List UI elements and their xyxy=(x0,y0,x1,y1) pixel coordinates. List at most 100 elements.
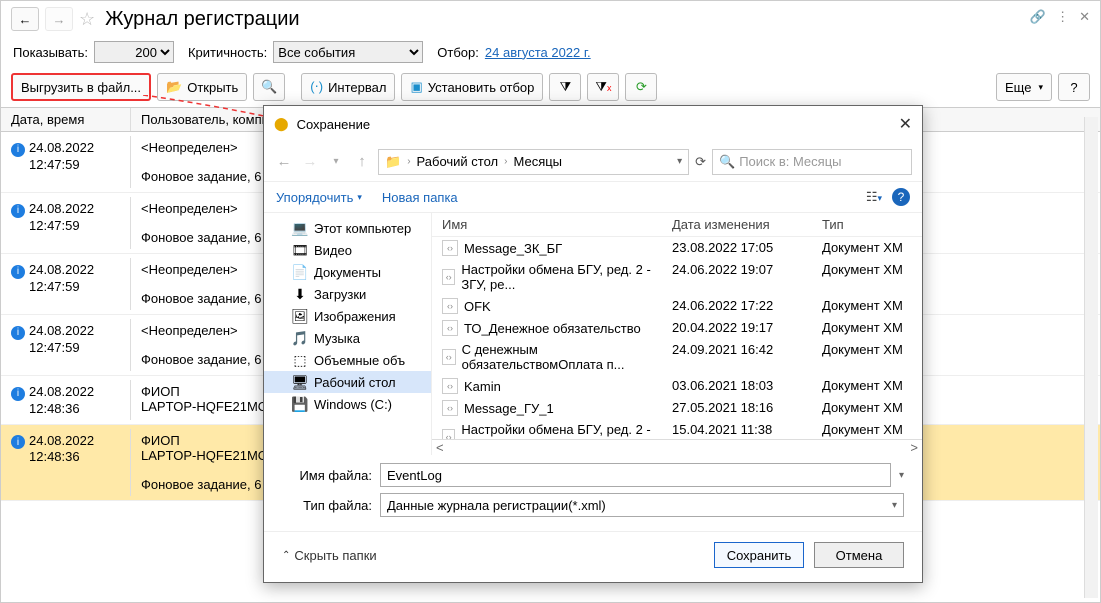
tree-item[interactable]: ⬚Объемные объ xyxy=(264,349,431,371)
folder-tree[interactable]: 💻Этот компьютер🎞Видео📄Документы⬇Загрузки… xyxy=(264,213,432,455)
tree-item[interactable]: 📄Документы xyxy=(264,261,431,283)
save-button[interactable]: Сохранить xyxy=(714,542,804,568)
file-row[interactable]: ‹›Message_ГУ_127.05.2021 18:16Документ X… xyxy=(432,397,922,419)
filter-apply-button[interactable]: ⧩ xyxy=(549,73,581,101)
criticality-select[interactable]: Все события xyxy=(273,41,423,63)
filename-label: Имя файла: xyxy=(282,468,372,483)
col-date[interactable]: Дата изменения xyxy=(672,217,822,232)
dlg-help-button[interactable]: ? xyxy=(892,188,910,206)
link-icon[interactable]: 🔗 xyxy=(1030,9,1046,25)
export-to-file-button[interactable]: Выгрузить в файл... xyxy=(11,73,151,101)
xml-file-icon: ‹› xyxy=(442,378,458,394)
show-label: Показывать: xyxy=(13,45,88,60)
selection-label: Отбор: xyxy=(437,45,479,60)
xml-file-icon: ‹› xyxy=(442,320,458,336)
xml-file-icon: ‹› xyxy=(442,429,455,439)
folder-icon: 📄 xyxy=(292,264,308,280)
organize-menu[interactable]: Упорядочить▾ xyxy=(276,190,362,205)
file-row[interactable]: ‹›OFK24.06.2022 17:22Документ XM xyxy=(432,295,922,317)
save-dialog: ⬤ Сохранение ✕ ← → ▾ ↑ 📁 › Рабочий стол … xyxy=(263,105,923,583)
info-icon: i xyxy=(11,435,25,449)
cancel-button[interactable]: Отмена xyxy=(814,542,904,568)
search-icon: 🔍 xyxy=(719,154,735,170)
vertical-scrollbar[interactable] xyxy=(1084,117,1098,598)
tree-item[interactable]: 💻Этот компьютер xyxy=(264,217,431,239)
filetype-label: Тип файла: xyxy=(282,498,372,513)
folder-icon: ⬇ xyxy=(292,286,308,302)
file-row[interactable]: ‹›С денежным обязательствомОплата п...24… xyxy=(432,339,922,375)
folder-icon: 💻 xyxy=(292,220,308,236)
filetype-select[interactable]: Данные журнала регистрации(*.xml)▾ xyxy=(380,493,904,517)
folder-icon: 💾 xyxy=(292,396,308,412)
info-icon: i xyxy=(11,387,25,401)
nav-forward-button[interactable]: → xyxy=(45,7,73,31)
xml-file-icon: ‹› xyxy=(442,298,458,314)
info-icon: i xyxy=(11,204,25,218)
xml-file-icon: ‹› xyxy=(442,269,455,285)
file-row[interactable]: ‹›Настройки обмена БГУ, ред. 2 - ЗГУ, ре… xyxy=(432,259,922,295)
breadcrumb-item[interactable]: Рабочий стол xyxy=(417,154,499,169)
folder-icon: 📁 xyxy=(385,154,401,170)
file-row[interactable]: ‹›ТО_Денежное обязательство20.04.2022 19… xyxy=(432,317,922,339)
more-button[interactable]: Еще▾ xyxy=(996,73,1052,101)
help-button[interactable]: ? xyxy=(1058,73,1090,101)
file-row[interactable]: ‹›Настройки обмена БГУ, ред. 2 - Зарпла.… xyxy=(432,419,922,439)
find-button[interactable]: 🔍 xyxy=(253,73,285,101)
column-datetime[interactable]: Дата, время xyxy=(1,108,131,131)
folder-icon: 🎞 xyxy=(292,242,308,258)
breadcrumb[interactable]: 📁 › Рабочий стол › Месяцы ▾ xyxy=(378,149,689,175)
open-button[interactable]: 📂Открыть xyxy=(157,73,247,101)
set-filter-button[interactable]: ▣Установить отбор xyxy=(401,73,543,101)
search-input[interactable]: 🔍 Поиск в: Месяцы xyxy=(712,149,912,175)
hide-folders-toggle[interactable]: ⌃Скрыть папки xyxy=(282,548,377,563)
show-count-select[interactable]: 200 xyxy=(94,41,174,63)
criticality-label: Критичность: xyxy=(188,45,267,60)
info-icon: i xyxy=(11,143,25,157)
dlg-forward-button[interactable]: → xyxy=(300,153,320,170)
dialog-title: Сохранение xyxy=(297,117,371,132)
nav-back-button[interactable]: ← xyxy=(11,7,39,31)
date-filter-link[interactable]: 24 августа 2022 г. xyxy=(485,45,591,60)
tree-item[interactable]: ⬇Загрузки xyxy=(264,283,431,305)
app-icon: ⬤ xyxy=(274,116,289,132)
tree-item[interactable]: 💾Windows (C:) xyxy=(264,393,431,415)
nav-refresh-button[interactable]: ⟳ xyxy=(695,154,706,170)
xml-file-icon: ‹› xyxy=(442,240,458,256)
refresh-button[interactable]: ⟳ xyxy=(625,73,657,101)
page-title: Журнал регистрации xyxy=(105,8,299,31)
kebab-menu-icon[interactable]: ⋮ xyxy=(1056,9,1069,25)
new-folder-button[interactable]: Новая папка xyxy=(382,190,458,205)
info-icon: i xyxy=(11,326,25,340)
dlg-up-button[interactable]: ↑ xyxy=(352,153,372,170)
funnel-icon: ⧩ xyxy=(560,79,572,95)
tree-item[interactable]: 🎞Видео xyxy=(264,239,431,261)
tree-item[interactable]: 🖥Рабочий стол xyxy=(264,371,431,393)
refresh-icon: ⟳ xyxy=(636,79,647,95)
folder-icon: 🖼 xyxy=(292,308,308,324)
col-name[interactable]: Имя xyxy=(432,217,672,232)
filename-dropdown[interactable]: ▾ xyxy=(899,470,904,481)
dialog-close-button[interactable]: ✕ xyxy=(899,114,912,134)
funnel-x-icon: ⧩x xyxy=(595,79,611,95)
close-icon[interactable]: ✕ xyxy=(1079,9,1090,25)
filter-clear-button[interactable]: ⧩x xyxy=(587,73,619,101)
favorite-star-icon[interactable]: ☆ xyxy=(79,9,95,30)
tree-item[interactable]: 🎵Музыка xyxy=(264,327,431,349)
magnifier-icon: 🔍 xyxy=(261,79,277,95)
folder-icon: 📂 xyxy=(166,79,182,95)
dlg-recent-dropdown[interactable]: ▾ xyxy=(326,156,346,167)
filename-input[interactable] xyxy=(380,463,891,487)
interval-button[interactable]: (⋅)Интервал xyxy=(301,73,395,101)
folder-icon: 🖥 xyxy=(292,374,308,390)
xml-file-icon: ‹› xyxy=(442,349,456,365)
breadcrumb-dropdown[interactable]: ▾ xyxy=(677,156,682,167)
info-icon: i xyxy=(11,265,25,279)
col-type[interactable]: Тип xyxy=(822,217,922,232)
tree-item[interactable]: 🖼Изображения xyxy=(264,305,431,327)
file-row[interactable]: ‹›Message_ЗК_БГ23.08.2022 17:05Документ … xyxy=(432,237,922,259)
horizontal-scrollbar[interactable]: <> xyxy=(432,439,922,455)
view-mode-button[interactable]: ☷▾ xyxy=(866,189,882,205)
dlg-back-button[interactable]: ← xyxy=(274,153,294,170)
file-row[interactable]: ‹›Kamin03.06.2021 18:03Документ XM xyxy=(432,375,922,397)
breadcrumb-item[interactable]: Месяцы xyxy=(513,154,562,169)
